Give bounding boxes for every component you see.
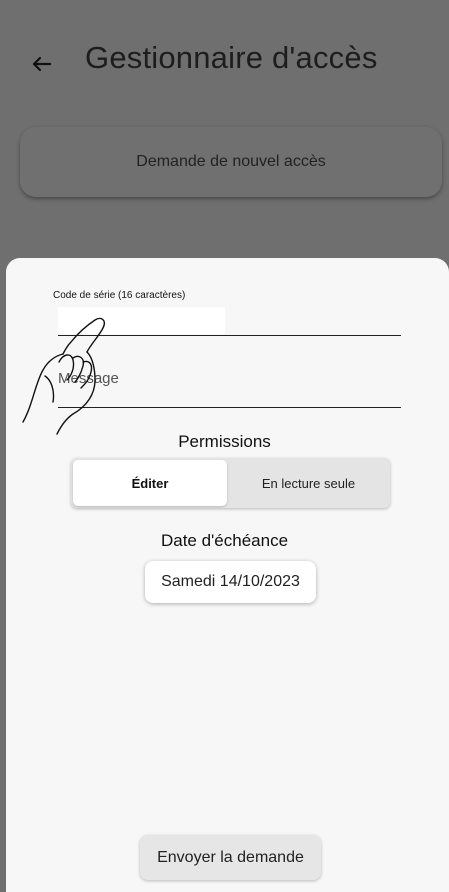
serial-code-label: Code de série (16 caractères)	[53, 290, 186, 301]
permission-option-read-only[interactable]: En lecture seule	[229, 460, 388, 506]
submit-request-label: Envoyer la demande	[157, 848, 304, 866]
message-field-underline	[58, 407, 401, 408]
submit-request-button[interactable]: Envoyer la demande	[140, 835, 321, 880]
page-title: Gestionnaire d'accès	[85, 40, 378, 75]
serial-code-underline	[58, 335, 401, 336]
due-date-value: Samedi 14/10/2023	[161, 573, 300, 590]
permissions-toggle: Éditer En lecture seule	[71, 458, 390, 508]
arrow-left-icon[interactable]	[28, 44, 68, 84]
new-access-request-label: Demande de nouvel accès	[136, 153, 326, 170]
app-bar: Gestionnaire d'accès Demande de nouvel a…	[0, 0, 449, 258]
new-access-request-button[interactable]: Demande de nouvel accès	[20, 127, 442, 197]
due-date-title: Date d'échéance	[160, 531, 289, 550]
permissions-title: Permissions	[178, 432, 271, 451]
permission-option-edit[interactable]: Éditer	[73, 460, 227, 506]
due-date-button[interactable]: Samedi 14/10/2023	[145, 561, 316, 603]
serial-code-input[interactable]	[58, 307, 225, 334]
message-field-label[interactable]: Message	[58, 370, 119, 387]
